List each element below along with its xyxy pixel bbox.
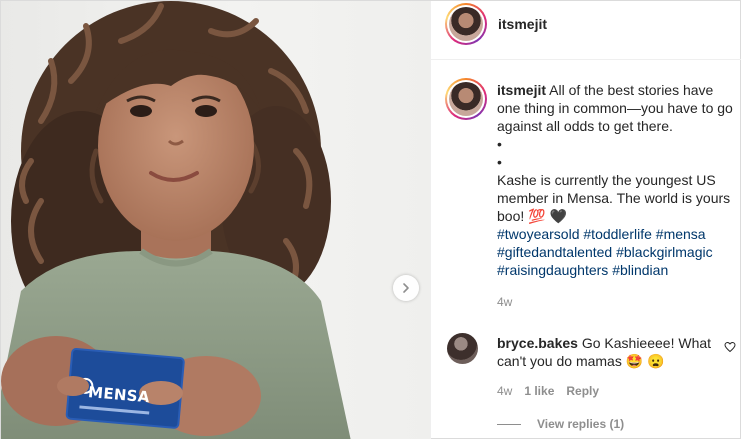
comment-likes-count[interactable]: 1 like bbox=[524, 384, 554, 398]
comment-meta: 4w 1 like Reply bbox=[497, 384, 599, 398]
hashtag-link[interactable]: #toddlerlife bbox=[583, 226, 652, 242]
heart-icon bbox=[724, 341, 736, 353]
post-details-panel: itsmejit itsmejit All of the best storie… bbox=[430, 1, 741, 439]
comment-reply-button[interactable]: Reply bbox=[566, 384, 599, 398]
view-replies-button[interactable]: View replies (1) bbox=[497, 417, 624, 431]
comment-text: bryce.bakes Go Kashieeee! What can't you… bbox=[497, 334, 719, 370]
hashtag-link[interactable]: #twoyearsold bbox=[497, 226, 580, 242]
caption-text: itsmejit All of the best stories have on… bbox=[497, 81, 733, 279]
author-avatar[interactable] bbox=[445, 3, 487, 45]
caption-username[interactable]: itsmejit bbox=[497, 82, 546, 98]
caption-timestamp[interactable]: 4w bbox=[497, 295, 512, 309]
commenter-username[interactable]: bryce.bakes bbox=[497, 335, 578, 351]
caption-line-2: Kashe is currently the youngest US membe… bbox=[497, 172, 731, 224]
post-header: itsmejit bbox=[431, 1, 741, 60]
hashtag-link[interactable]: #raisingdaughters bbox=[497, 262, 608, 278]
caption-dot-2: • bbox=[497, 154, 502, 170]
caption-avatar[interactable] bbox=[445, 78, 487, 120]
child-photo-illustration bbox=[1, 1, 351, 439]
author-username[interactable]: itsmejit bbox=[498, 16, 547, 32]
replies-divider bbox=[497, 423, 521, 425]
hashtag-link[interactable]: #blackgirlmagic bbox=[616, 244, 712, 260]
commenter-avatar[interactable] bbox=[447, 333, 478, 364]
hashtag-link[interactable]: #giftedandtalented bbox=[497, 244, 612, 260]
post-modal: MENSA itsmejit itsmejit All of the best … bbox=[0, 0, 741, 439]
hashtag-link[interactable]: #blindian bbox=[612, 262, 668, 278]
caption-hashtags: #twoyearsold #toddlerlife #mensa #gifted… bbox=[497, 225, 733, 279]
post-photo[interactable]: MENSA bbox=[1, 1, 430, 439]
comment-timestamp[interactable]: 4w bbox=[497, 384, 512, 398]
hashtag-link[interactable]: #mensa bbox=[656, 226, 706, 242]
view-replies-label: View replies (1) bbox=[537, 417, 625, 431]
carousel-next-button[interactable] bbox=[393, 275, 419, 301]
chevron-right-icon bbox=[403, 283, 409, 293]
comment-like-button[interactable] bbox=[724, 340, 736, 358]
caption-dot-1: • bbox=[497, 136, 502, 152]
